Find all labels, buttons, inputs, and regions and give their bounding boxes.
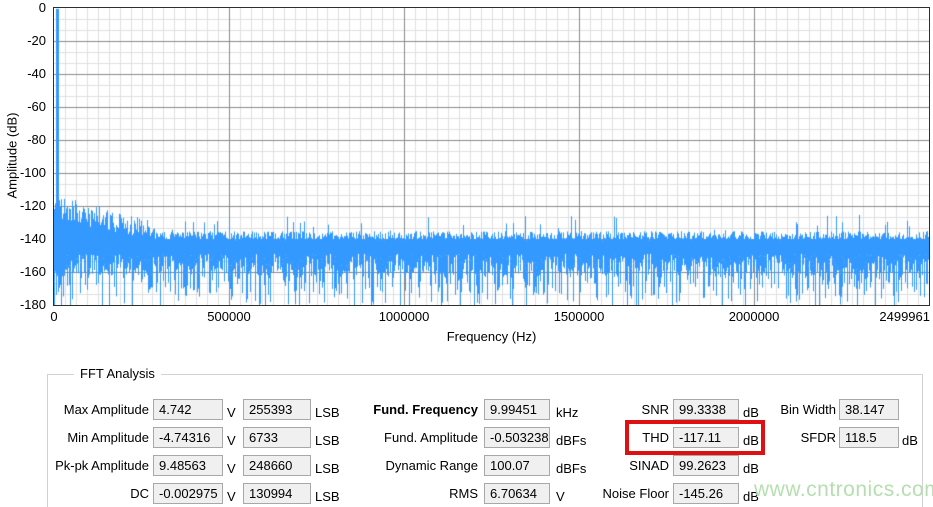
thd-field[interactable]: -117.11 [673, 427, 739, 448]
sinad-label: SINAD [629, 458, 669, 473]
pkpk-amplitude-volts-field[interactable]: 9.48563 [153, 455, 223, 476]
fft-spectrum-chart: Amplitude (dB) Frequency (Hz) 0 -20 -40 -60… [0, 0, 933, 350]
dynamic-range-field[interactable]: 100.07 [484, 455, 550, 476]
y-tick-label: -100 [19, 165, 46, 180]
plot-area [53, 7, 930, 306]
x-tick-label: 0 [50, 309, 58, 324]
db-unit-label: dB [902, 433, 918, 448]
fund-amplitude-label: Fund. Amplitude [384, 430, 478, 445]
dc-label: DC [130, 486, 149, 501]
sfdr-field[interactable]: 118.5 [839, 427, 899, 448]
pkpk-amplitude-label: Pk-pk Amplitude [55, 458, 149, 473]
y-tick-label: 0 [38, 0, 46, 15]
y-tick-label: -140 [19, 231, 46, 246]
sinad-field[interactable]: 99.2623 [673, 455, 739, 476]
y-tick-label: -120 [19, 198, 46, 213]
noise-floor-label: Noise Floor [602, 486, 669, 501]
snr-field[interactable]: 99.3338 [673, 399, 739, 420]
snr-label: SNR [641, 402, 669, 417]
y-tick-label: -40 [27, 66, 46, 81]
dynamic-range-label: Dynamic Range [385, 458, 479, 473]
x-axis-title: Frequency (Hz) [446, 329, 537, 344]
y-axis-title: Amplitude (dB) [4, 112, 20, 199]
y-tick-label: -160 [19, 264, 46, 279]
sfdr-label: SFDR [800, 430, 836, 445]
spectrum-plot-canvas[interactable] [54, 8, 929, 305]
rms-field[interactable]: 6.70634 [484, 483, 550, 504]
volts-unit-label: V [227, 405, 236, 420]
rms-label: RMS [449, 486, 478, 501]
thd-label: THD [642, 430, 669, 445]
y-tick-label: -20 [27, 33, 46, 48]
fund-amplitude-field[interactable]: -0.503238 [484, 427, 550, 448]
bin-width-field[interactable]: 38.147 [839, 399, 899, 420]
x-tick-label: 2499961 [879, 309, 930, 324]
bin-width-label: Bin Width [780, 402, 836, 417]
max-amplitude-lsb-field[interactable]: 255393 [243, 399, 311, 420]
volts-unit-label: V [227, 461, 236, 476]
watermark: www.cntronics.com [754, 478, 933, 501]
max-amplitude-label: Max Amplitude [63, 402, 149, 417]
bin-width-unit-label [902, 402, 932, 423]
bin-width-sfdr-group: Bin Width 38.147 SFDR 118.5 dB [738, 399, 932, 448]
fund-frequency-field[interactable]: 9.99451 [484, 399, 550, 420]
x-tick-label: 1000000 [378, 309, 430, 324]
min-amplitude-label: Min Amplitude [67, 430, 149, 445]
x-tick-label: 500000 [207, 309, 251, 324]
y-tick-label: -60 [27, 99, 46, 114]
dc-volts-field[interactable]: -0.002975 [153, 483, 223, 504]
db-unit-label: dB [743, 461, 759, 476]
panel-title: FFT Analysis [74, 366, 161, 381]
dc-lsb-field[interactable]: 130994 [243, 483, 311, 504]
pkpk-amplitude-lsb-field[interactable]: 248660 [243, 455, 311, 476]
y-tick-label: -180 [19, 297, 46, 312]
noise-floor-field[interactable]: -145.26 [673, 483, 739, 504]
x-tick-label: 2000000 [728, 309, 780, 324]
min-amplitude-lsb-field[interactable]: 6733 [243, 427, 311, 448]
min-amplitude-volts-field[interactable]: -4.74316 [153, 427, 223, 448]
volts-unit-label: V [227, 433, 236, 448]
x-tick-label: 1500000 [553, 309, 605, 324]
y-tick-label: -80 [27, 132, 46, 147]
app-window: Amplitude (dB) Frequency (Hz) 0 -20 -40 -60… [0, 0, 933, 507]
amplitude-fields-group: Max Amplitude 4.742 V 255393 LSB Min Amp… [48, 399, 361, 504]
volts-unit-label: V [227, 489, 236, 504]
fund-frequency-label: Fund. Frequency [373, 402, 478, 417]
max-amplitude-volts-field[interactable]: 4.742 [153, 399, 223, 420]
